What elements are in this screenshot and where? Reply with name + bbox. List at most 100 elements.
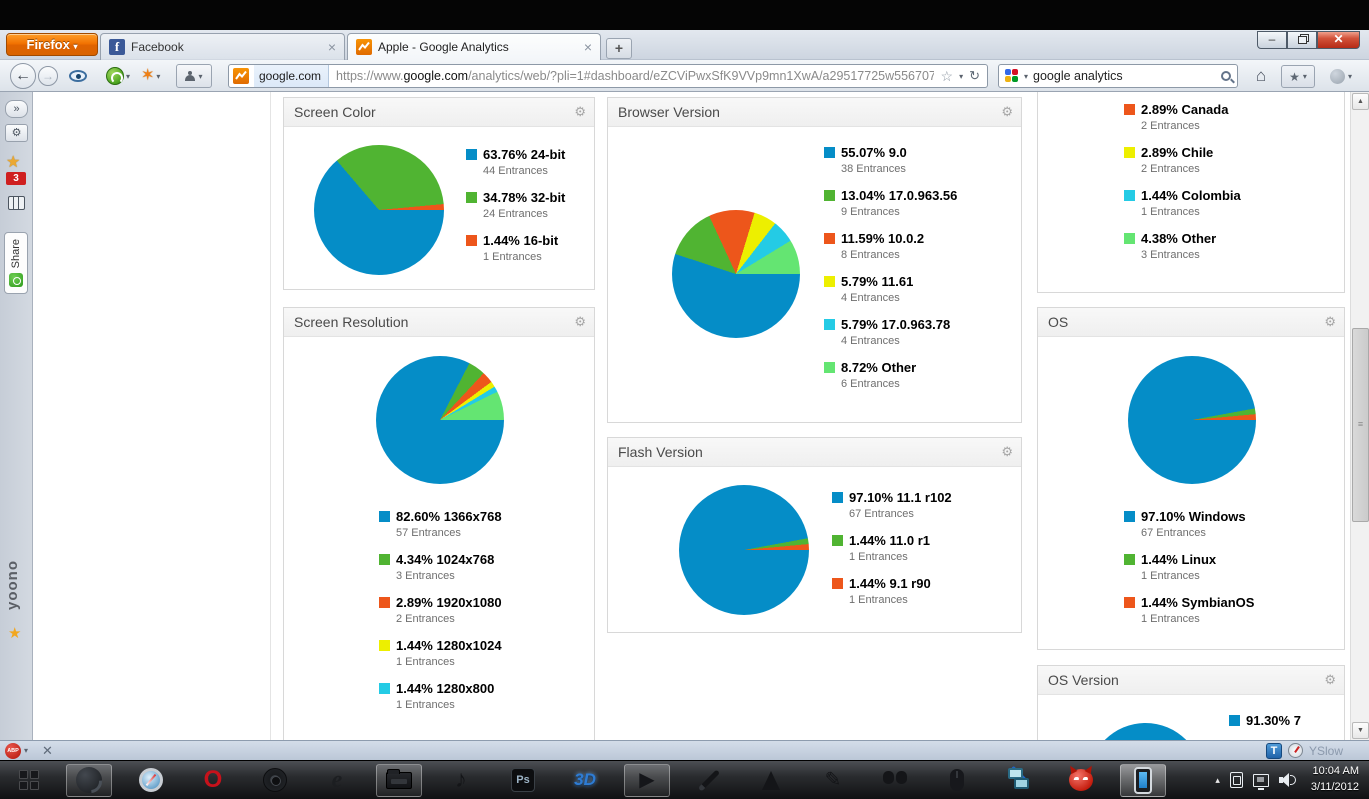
orange-person-icon: ✶ — [141, 67, 155, 84]
caret-down-icon[interactable]: ▾ — [24, 746, 28, 755]
sidebar-expand-button[interactable]: » — [5, 100, 28, 118]
panel-title: OS — [1048, 314, 1069, 330]
power-plug-icon[interactable] — [1229, 772, 1243, 788]
yslow-label[interactable]: YSlow — [1309, 744, 1343, 758]
orange-addon-button[interactable]: ✶ ▾ — [138, 65, 163, 87]
vertical-scrollbar[interactable]: ▲ ≡ ▼ — [1350, 92, 1369, 740]
gear-icon[interactable]: ⚙ — [1001, 98, 1013, 126]
taskbar-item-mouse[interactable] — [926, 761, 988, 799]
addon-bar-close-icon[interactable]: ✕ — [42, 744, 53, 757]
tab-close-icon[interactable]: × — [584, 40, 592, 54]
taskbar-item-mediaplayer[interactable]: ▶ — [616, 761, 678, 799]
green-circle-arrow-icon — [106, 67, 124, 85]
panel-screen-color: Screen Color ⚙ 63.76% 24-bit 44 Entrance… — [283, 97, 595, 290]
caret-down-icon: ▾ — [1302, 72, 1307, 81]
legend-item: 8.72% Other 6 Entrances — [824, 360, 957, 390]
panel-header[interactable]: OS ⚙ — [1038, 308, 1344, 337]
caret-down-icon[interactable]: ▾ — [1024, 72, 1028, 81]
green-addon-button[interactable]: ▾ — [103, 65, 133, 87]
scrollbar-thumb[interactable]: ≡ — [1352, 328, 1369, 522]
taskbar-item-safari[interactable] — [120, 761, 182, 799]
legend-label: 4.38% Other — [1141, 231, 1217, 246]
tray-expand-icon[interactable]: ▴ — [1215, 775, 1220, 786]
taskbar-item-explorer[interactable] — [368, 761, 430, 799]
panel-title: Screen Resolution — [294, 314, 409, 330]
taskbar-item-photoshop[interactable]: Ps — [492, 761, 554, 799]
t-addon-icon[interactable]: T — [1265, 742, 1282, 759]
taskbar-item-ie[interactable]: e — [306, 761, 368, 799]
legend-swatch — [1124, 190, 1135, 201]
new-tab-button[interactable]: + — [606, 38, 632, 59]
network-status-icon[interactable] — [1252, 773, 1269, 790]
sidebar-star-icon[interactable]: ★ — [6, 152, 20, 172]
close-button[interactable]: ✕ — [1317, 31, 1360, 49]
search-box[interactable]: ▾ google analytics — [998, 64, 1238, 88]
taskbar-item-cone[interactable] — [740, 761, 802, 799]
legend-item: 1.44% Linux 1 Entrances — [1124, 552, 1254, 582]
gear-icon[interactable]: ⚙ — [1324, 666, 1336, 694]
taskbar-item-3d[interactable]: 3D — [554, 761, 616, 799]
profile-dropdown-button[interactable]: ▾ — [176, 64, 212, 88]
site-identity-chip[interactable]: google.com — [254, 65, 330, 87]
bookmarks-button[interactable]: ★ ▾ — [1281, 65, 1315, 88]
legend-swatch — [379, 597, 390, 608]
taskbar-item-opera[interactable]: O — [182, 761, 244, 799]
taskbar-item-network[interactable] — [988, 761, 1050, 799]
taskbar-clock[interactable]: 10:04 AM 3/11/2012 — [1307, 764, 1359, 796]
pencil-icon: ✎ — [824, 769, 842, 791]
taskbar-item-paint[interactable] — [678, 761, 740, 799]
sidebar-tools-button[interactable]: ⚙ — [5, 124, 28, 142]
url-path: /analytics/web/?pli=1#dashboard/eZCViPwx… — [468, 69, 934, 83]
restore-button[interactable] — [1287, 31, 1317, 49]
legend-label: 97.10% Windows — [1141, 509, 1246, 524]
volume-icon[interactable] — [1278, 772, 1297, 788]
panel-header[interactable]: Flash Version ⚙ — [608, 438, 1021, 467]
bookmark-star-icon[interactable]: ☆ — [941, 68, 954, 85]
legend-entrances: 38 Entrances — [841, 163, 906, 175]
search-input[interactable]: google analytics — [1033, 69, 1216, 83]
panel-header[interactable]: Screen Color ⚙ — [284, 98, 594, 127]
url-text[interactable]: https://www.google.com/analytics/web/?pl… — [329, 69, 933, 83]
taskbar-item-music[interactable]: ♪ — [430, 761, 492, 799]
gear-icon[interactable]: ⚙ — [574, 308, 586, 336]
addon-misc-button[interactable]: ▾ — [1322, 65, 1360, 88]
tab-facebook[interactable]: f Facebook × — [100, 33, 345, 60]
minimize-button[interactable]: – — [1257, 31, 1287, 49]
scroll-up-button[interactable]: ▲ — [1352, 93, 1369, 110]
system-tray: ▴ 10:04 AM 3/11/2012 — [1215, 764, 1369, 796]
home-button[interactable]: ⌂ — [1248, 64, 1274, 88]
legend-swatch — [824, 233, 835, 244]
taskbar-item-chrome[interactable] — [244, 761, 306, 799]
scroll-down-button[interactable]: ▼ — [1352, 722, 1369, 739]
screen-color-legend: 63.76% 24-bit 44 Entrances 34.78% 32-bit… — [466, 147, 565, 276]
taskbar-item-firefox[interactable] — [58, 761, 120, 799]
gear-icon[interactable]: ⚙ — [1001, 438, 1013, 466]
tab-close-icon[interactable]: × — [328, 40, 336, 54]
share-button[interactable]: Share — [4, 232, 28, 294]
taskbar-item-editor[interactable]: ✎ — [802, 761, 864, 799]
gear-icon[interactable]: ⚙ — [1324, 308, 1336, 336]
url-bar[interactable]: google.com https://www.google.com/analyt… — [228, 64, 988, 88]
gear-icon[interactable]: ⚙ — [574, 98, 586, 126]
caret-down-icon[interactable]: ▾ — [959, 72, 963, 81]
panel-header[interactable]: Screen Resolution ⚙ — [284, 308, 594, 337]
panel-header[interactable]: OS Version ⚙ — [1038, 666, 1344, 695]
start-button[interactable] — [0, 761, 58, 799]
adblock-icon[interactable]: ABP — [5, 742, 21, 759]
reload-icon[interactable]: ↻ — [969, 68, 980, 84]
taskbar-item-binoculars[interactable] — [864, 761, 926, 799]
firefox-menu-button[interactable]: Firefox ▾ — [6, 33, 98, 56]
yslow-gauge-icon[interactable] — [1287, 743, 1303, 758]
columns-icon[interactable] — [8, 196, 25, 210]
search-icon[interactable] — [1221, 71, 1231, 81]
panel-header[interactable]: Browser Version ⚙ — [608, 98, 1021, 127]
safari-icon — [139, 768, 163, 792]
back-button[interactable]: ← — [10, 63, 36, 89]
tab-google-analytics[interactable]: Apple - Google Analytics × — [347, 33, 601, 60]
legend-label: 55.07% 9.0 — [841, 145, 907, 160]
taskbar-item-phone[interactable] — [1112, 761, 1174, 799]
forward-button[interactable]: → — [38, 66, 58, 86]
taskbar-item-devil[interactable] — [1050, 761, 1112, 799]
share-icon — [9, 273, 23, 287]
eye-addon-button[interactable] — [66, 65, 90, 87]
